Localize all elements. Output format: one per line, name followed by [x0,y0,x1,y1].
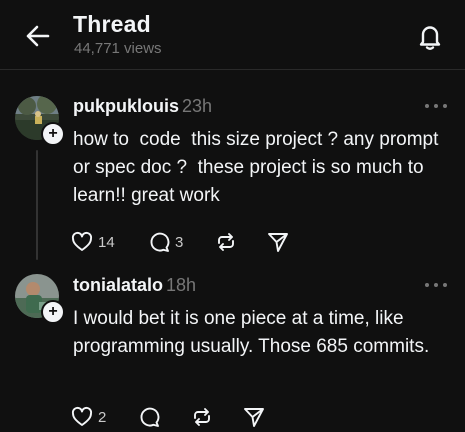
username[interactable]: pukpuklouis [73,96,179,116]
repost-button[interactable] [214,229,238,255]
timestamp: 18h [166,275,197,295]
like-button[interactable]: 14 [70,229,115,255]
username[interactable]: tonialatalo [73,275,163,295]
share-button[interactable] [242,404,266,430]
follow-button[interactable]: + [41,122,65,146]
comment-icon [147,230,171,254]
header-divider [0,69,465,70]
back-button[interactable] [20,22,54,50]
avatar[interactable]: + [15,96,65,146]
more-options-button[interactable] [424,103,448,113]
thread-line [36,150,38,260]
more-options-button[interactable] [424,282,448,292]
heart-icon [70,405,94,429]
like-count: 2 [98,408,107,426]
send-icon [242,405,266,429]
comment-icon [137,405,161,429]
reply-button[interactable]: 3 [147,229,183,255]
timestamp: 23h [182,96,213,116]
more-horizontal-icon [424,282,448,288]
views-count: 44,771 views [74,40,162,57]
like-button[interactable]: 2 [70,404,106,430]
share-button[interactable] [266,229,290,255]
post-header: tonialatalo 18h [73,275,196,296]
more-horizontal-icon [424,103,448,109]
repost-icon [190,405,214,429]
thread-page: Thread 44,771 views + pukpuklouis 23h ho… [0,0,465,432]
avatar[interactable]: + [15,274,65,324]
reply-count: 3 [175,233,184,251]
follow-button[interactable]: + [41,300,65,324]
post-text: I would bet it is one piece at a time, l… [73,308,430,357]
repost-icon [214,230,238,254]
post-text: how to code this size project ? any prom… [73,129,444,206]
reply-button[interactable] [137,404,161,430]
notifications-button[interactable] [414,20,446,52]
header: Thread 44,771 views [0,0,465,70]
like-count: 14 [98,233,115,251]
bell-icon [414,20,446,52]
heart-icon [70,230,94,254]
arrow-left-icon [20,22,54,50]
send-icon [266,230,290,254]
post-header: pukpuklouis 23h [73,96,212,117]
repost-button[interactable] [190,404,214,430]
page-title: Thread [73,11,151,37]
